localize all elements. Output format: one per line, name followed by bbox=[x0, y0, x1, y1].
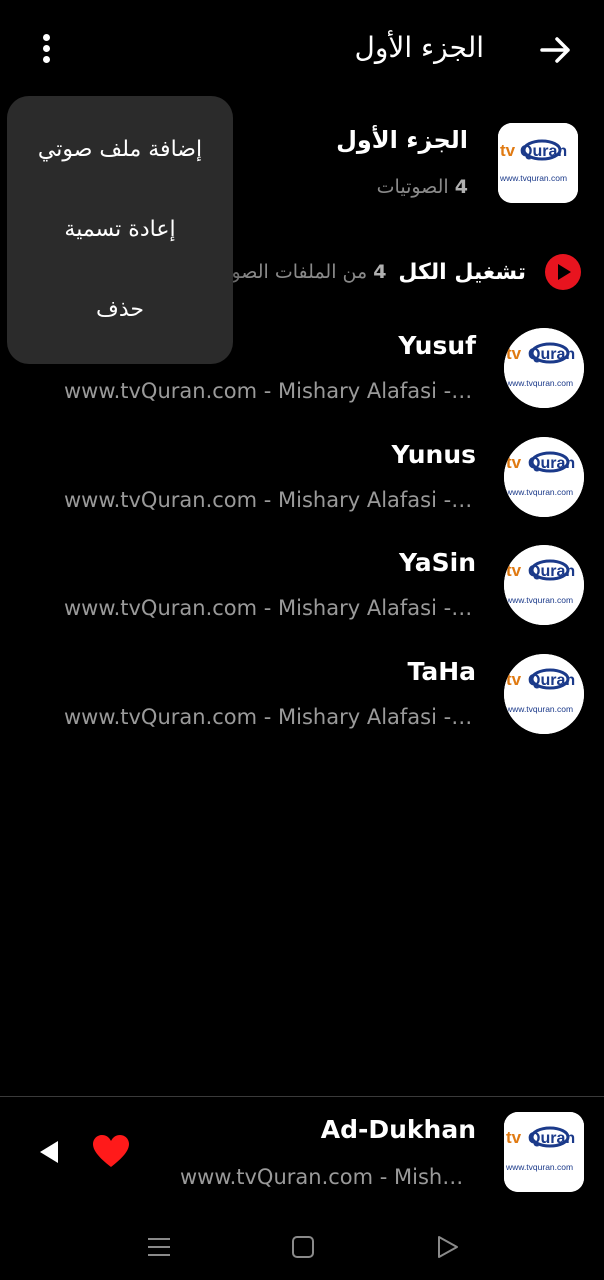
menu-item-delete[interactable]: حذف bbox=[7, 282, 233, 338]
playlist-screen: الجزء الأول tv Quran www.tvquran.com الج… bbox=[0, 0, 604, 1280]
track-subtitle: www.tvQuran.com - Mishary Alafasi - … bbox=[64, 379, 476, 403]
page-title: الجزء الأول bbox=[354, 31, 484, 64]
playlist-count: 4 الصوتيات bbox=[377, 172, 468, 202]
track-thumbnail: tv Quran www.tvquran.com bbox=[504, 654, 584, 734]
play-icon[interactable] bbox=[36, 1138, 62, 1166]
playlist-thumbnail: tv Quran www.tvquran.com bbox=[498, 123, 578, 203]
svg-text:www.tvquran.com: www.tvquran.com bbox=[505, 487, 573, 497]
track-title: Yunus bbox=[391, 440, 476, 469]
menu-item-rename[interactable]: إعادة تسمية bbox=[7, 202, 233, 258]
play-all-count: 4من الملفات الصوتية bbox=[210, 261, 387, 283]
svg-text:Quran: Quran bbox=[528, 672, 575, 689]
heart-icon[interactable] bbox=[92, 1134, 130, 1170]
play-circle-icon[interactable] bbox=[545, 254, 581, 290]
track-subtitle: www.tvQuran.com - Mishary Alafasi - … bbox=[64, 488, 476, 512]
svg-text:www.tvquran.com: www.tvquran.com bbox=[505, 595, 573, 605]
svg-text:Quran: Quran bbox=[528, 346, 575, 363]
track-title: TaHa bbox=[407, 657, 477, 686]
track-subtitle: www.tvQuran.com - Mishary Alafasi - … bbox=[64, 705, 476, 729]
home-icon[interactable] bbox=[286, 1230, 320, 1264]
track-thumbnail: tv Quran www.tvquran.com bbox=[504, 328, 584, 408]
svg-text:Quran: Quran bbox=[528, 563, 575, 580]
overflow-menu: إضافة ملف صوتي إعادة تسمية حذف bbox=[7, 96, 233, 364]
track-title: YaSin bbox=[398, 548, 476, 577]
svg-text:www.tvquran.com: www.tvquran.com bbox=[499, 173, 567, 183]
svg-text:Quran: Quran bbox=[528, 1130, 575, 1147]
svg-text:Quran: Quran bbox=[528, 455, 575, 472]
svg-text:www.tvquran.com: www.tvquran.com bbox=[505, 704, 573, 714]
track-subtitle: www.tvQuran.com - Mishary Alafasi - … bbox=[64, 596, 476, 620]
now-playing-thumbnail[interactable]: tv Quran www.tvquran.com bbox=[504, 1112, 584, 1192]
track-thumbnail: tv Quran www.tvquran.com bbox=[504, 545, 584, 625]
tvquran-logo-icon: tv Quran www.tvquran.com bbox=[498, 123, 578, 203]
svg-text:Quran: Quran bbox=[520, 143, 567, 160]
play-all-row[interactable]: تشغيل الكل 4من الملفات الصوتية bbox=[210, 254, 526, 290]
playlist-count-label: الصوتيات bbox=[376, 176, 449, 198]
now-playing-subtitle: www.tvQuran.com - Misha… bbox=[180, 1165, 476, 1189]
playlist-count-number: 4 bbox=[454, 176, 468, 198]
svg-text:www.tvquran.com: www.tvquran.com bbox=[505, 1162, 573, 1172]
playlist-title: الجزء الأول bbox=[336, 126, 468, 154]
track-title: Yusuf bbox=[398, 331, 476, 360]
svg-text:www.tvquran.com: www.tvquran.com bbox=[505, 378, 573, 388]
track-thumbnail: tv Quran www.tvquran.com bbox=[504, 437, 584, 517]
svg-text:tv: tv bbox=[506, 1128, 522, 1147]
divider bbox=[0, 1096, 604, 1097]
menu-item-add-audio[interactable]: إضافة ملف صوتي bbox=[7, 122, 233, 178]
system-navigation-bar bbox=[0, 1212, 604, 1280]
arrow-right-icon[interactable] bbox=[536, 30, 576, 70]
play-all-label: تشغيل الكل bbox=[398, 259, 526, 285]
svg-text:tv: tv bbox=[500, 141, 516, 160]
now-playing-title[interactable]: Ad-Dukhan bbox=[321, 1112, 476, 1148]
back-icon[interactable] bbox=[430, 1230, 464, 1264]
recent-apps-icon[interactable] bbox=[142, 1230, 176, 1264]
more-vertical-icon[interactable] bbox=[36, 32, 58, 66]
